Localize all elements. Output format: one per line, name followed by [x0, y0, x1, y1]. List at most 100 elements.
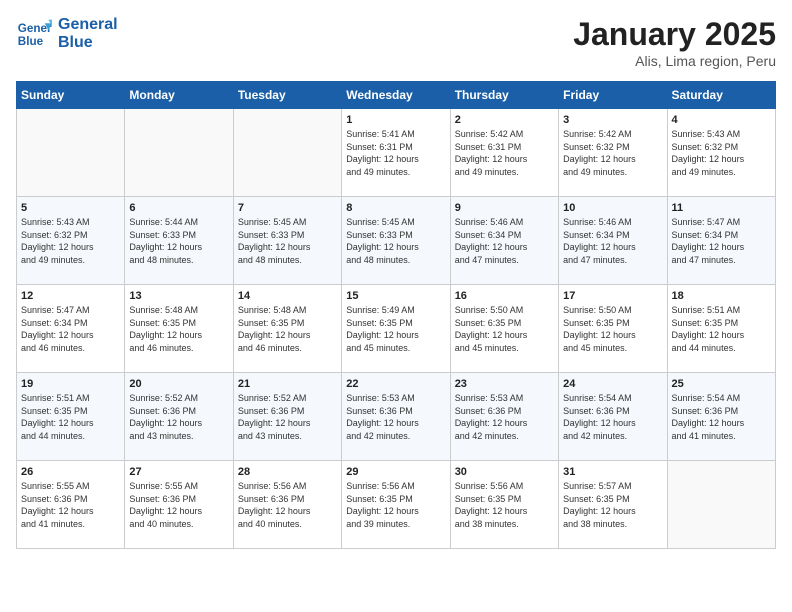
calendar-week-row: 26 Sunrise: 5:55 AM Sunset: 6:36 PM Dayli… [17, 461, 776, 549]
title-block: January 2025 Alis, Lima region, Peru [573, 16, 776, 69]
day-info: Sunrise: 5:47 AM Sunset: 6:34 PM Dayligh… [21, 304, 120, 354]
calendar-cell: 16Sunrise: 5:50 AM Sunset: 6:35 PM Dayli… [450, 285, 558, 373]
weekday-header-friday: Friday [559, 82, 667, 109]
logo-icon: General Blue [16, 16, 52, 52]
day-number: 17 [563, 290, 662, 302]
day-number: 7 [238, 202, 337, 214]
weekday-header-wednesday: Wednesday [342, 82, 450, 109]
day-number: 18 [672, 290, 771, 302]
calendar-cell: 22Sunrise: 5:53 AM Sunset: 6:36 PM Dayli… [342, 373, 450, 461]
day-number: 28 [238, 466, 337, 478]
day-number: 30 [455, 466, 554, 478]
calendar-cell [17, 109, 125, 197]
calendar-cell: 11 Sunrise: 5:47 AM Sunset: 6:34 PM Dayli… [667, 197, 775, 285]
day-info: Sunrise: 5:50 AM Sunset: 6:35 PM Dayligh… [455, 304, 554, 354]
calendar-cell: 23 Sunrise: 5:53 AM Sunset: 6:36 PM Dayli… [450, 373, 558, 461]
day-info: Sunrise: 5:53 AM Sunset: 6:36 PM Dayligh… [455, 392, 554, 442]
calendar-cell: 14Sunrise: 5:48 AM Sunset: 6:35 PM Dayli… [233, 285, 341, 373]
day-number: 2 [455, 114, 554, 126]
day-info: Sunrise: 5:52 AM Sunset: 6:36 PM Dayligh… [129, 392, 228, 442]
weekday-header-tuesday: Tuesday [233, 82, 341, 109]
day-info: Sunrise: 5:55 AM Sunset: 6:36 PM Dayligh… [129, 480, 228, 530]
calendar-cell: 13 Sunrise: 5:48 AM Sunset: 6:35 PM Dayli… [125, 285, 233, 373]
logo-text-line2: Blue [58, 34, 118, 52]
day-number: 3 [563, 114, 662, 126]
calendar-cell: 31Sunrise: 5:57 AM Sunset: 6:35 PM Dayli… [559, 461, 667, 549]
day-info: Sunrise: 5:56 AM Sunset: 6:36 PM Dayligh… [238, 480, 337, 530]
calendar-cell: 29 Sunrise: 5:56 AM Sunset: 6:35 PM Dayli… [342, 461, 450, 549]
calendar-week-row: 5 Sunrise: 5:43 AM Sunset: 6:32 PM Daylig… [17, 197, 776, 285]
day-number: 20 [129, 378, 228, 390]
day-info: Sunrise: 5:43 AM Sunset: 6:32 PM Dayligh… [21, 216, 120, 266]
calendar-cell: 19Sunrise: 5:51 AM Sunset: 6:35 PM Dayli… [17, 373, 125, 461]
logo: General Blue General Blue [16, 16, 118, 52]
weekday-header-monday: Monday [125, 82, 233, 109]
calendar-cell: 5 Sunrise: 5:43 AM Sunset: 6:32 PM Daylig… [17, 197, 125, 285]
day-number: 25 [672, 378, 771, 390]
svg-text:Blue: Blue [18, 35, 44, 48]
calendar-cell: 18Sunrise: 5:51 AM Sunset: 6:35 PM Dayli… [667, 285, 775, 373]
calendar-cell [667, 461, 775, 549]
calendar-cell [233, 109, 341, 197]
day-info: Sunrise: 5:45 AM Sunset: 6:33 PM Dayligh… [238, 216, 337, 266]
weekday-header-saturday: Saturday [667, 82, 775, 109]
day-number: 9 [455, 202, 554, 214]
page-title: January 2025 [573, 16, 776, 53]
day-info: Sunrise: 5:46 AM Sunset: 6:34 PM Dayligh… [455, 216, 554, 266]
calendar-week-row: 19Sunrise: 5:51 AM Sunset: 6:35 PM Dayli… [17, 373, 776, 461]
day-info: Sunrise: 5:47 AM Sunset: 6:34 PM Dayligh… [672, 216, 771, 266]
calendar-cell: 30 Sunrise: 5:56 AM Sunset: 6:35 PM Dayli… [450, 461, 558, 549]
day-number: 29 [346, 466, 445, 478]
logo-text-line1: General [58, 16, 118, 34]
day-number: 13 [129, 290, 228, 302]
day-number: 26 [21, 466, 120, 478]
calendar-cell: 15 Sunrise: 5:49 AM Sunset: 6:35 PM Dayli… [342, 285, 450, 373]
calendar-table: SundayMondayTuesdayWednesdayThursdayFrid… [16, 81, 776, 549]
day-number: 27 [129, 466, 228, 478]
day-info: Sunrise: 5:56 AM Sunset: 6:35 PM Dayligh… [346, 480, 445, 530]
day-info: Sunrise: 5:54 AM Sunset: 6:36 PM Dayligh… [563, 392, 662, 442]
day-info: Sunrise: 5:54 AM Sunset: 6:36 PM Dayligh… [672, 392, 771, 442]
day-number: 31 [563, 466, 662, 478]
day-number: 11 [672, 202, 771, 214]
day-number: 5 [21, 202, 120, 214]
day-info: Sunrise: 5:53 AM Sunset: 6:36 PM Dayligh… [346, 392, 445, 442]
calendar-cell: 27 Sunrise: 5:55 AM Sunset: 6:36 PM Dayli… [125, 461, 233, 549]
weekday-header-sunday: Sunday [17, 82, 125, 109]
calendar-cell [125, 109, 233, 197]
calendar-cell: 7 Sunrise: 5:45 AM Sunset: 6:33 PM Daylig… [233, 197, 341, 285]
calendar-cell: 1 Sunrise: 5:41 AM Sunset: 6:31 PM Daylig… [342, 109, 450, 197]
calendar-cell: 3Sunrise: 5:42 AM Sunset: 6:32 PM Daylig… [559, 109, 667, 197]
calendar-cell: 9 Sunrise: 5:46 AM Sunset: 6:34 PM Daylig… [450, 197, 558, 285]
calendar-cell: 21Sunrise: 5:52 AM Sunset: 6:36 PM Dayli… [233, 373, 341, 461]
day-info: Sunrise: 5:46 AM Sunset: 6:34 PM Dayligh… [563, 216, 662, 266]
calendar-cell: 2 Sunrise: 5:42 AM Sunset: 6:31 PM Daylig… [450, 109, 558, 197]
day-number: 24 [563, 378, 662, 390]
day-number: 15 [346, 290, 445, 302]
day-info: Sunrise: 5:49 AM Sunset: 6:35 PM Dayligh… [346, 304, 445, 354]
day-number: 1 [346, 114, 445, 126]
calendar-cell: 12Sunrise: 5:47 AM Sunset: 6:34 PM Dayli… [17, 285, 125, 373]
weekday-header-thursday: Thursday [450, 82, 558, 109]
weekday-header-row: SundayMondayTuesdayWednesdayThursdayFrid… [17, 82, 776, 109]
day-info: Sunrise: 5:43 AM Sunset: 6:32 PM Dayligh… [672, 128, 771, 178]
day-info: Sunrise: 5:51 AM Sunset: 6:35 PM Dayligh… [21, 392, 120, 442]
day-info: Sunrise: 5:52 AM Sunset: 6:36 PM Dayligh… [238, 392, 337, 442]
day-info: Sunrise: 5:42 AM Sunset: 6:31 PM Dayligh… [455, 128, 554, 178]
day-info: Sunrise: 5:41 AM Sunset: 6:31 PM Dayligh… [346, 128, 445, 178]
calendar-cell: 24 Sunrise: 5:54 AM Sunset: 6:36 PM Dayli… [559, 373, 667, 461]
day-info: Sunrise: 5:48 AM Sunset: 6:35 PM Dayligh… [238, 304, 337, 354]
day-info: Sunrise: 5:50 AM Sunset: 6:35 PM Dayligh… [563, 304, 662, 354]
page-subtitle: Alis, Lima region, Peru [573, 53, 776, 69]
day-number: 4 [672, 114, 771, 126]
day-info: Sunrise: 5:48 AM Sunset: 6:35 PM Dayligh… [129, 304, 228, 354]
day-info: Sunrise: 5:44 AM Sunset: 6:33 PM Dayligh… [129, 216, 228, 266]
day-number: 8 [346, 202, 445, 214]
calendar-week-row: 12Sunrise: 5:47 AM Sunset: 6:34 PM Dayli… [17, 285, 776, 373]
day-info: Sunrise: 5:45 AM Sunset: 6:33 PM Dayligh… [346, 216, 445, 266]
day-number: 23 [455, 378, 554, 390]
day-info: Sunrise: 5:55 AM Sunset: 6:36 PM Dayligh… [21, 480, 120, 530]
day-info: Sunrise: 5:56 AM Sunset: 6:35 PM Dayligh… [455, 480, 554, 530]
day-number: 10 [563, 202, 662, 214]
calendar-week-row: 1 Sunrise: 5:41 AM Sunset: 6:31 PM Daylig… [17, 109, 776, 197]
